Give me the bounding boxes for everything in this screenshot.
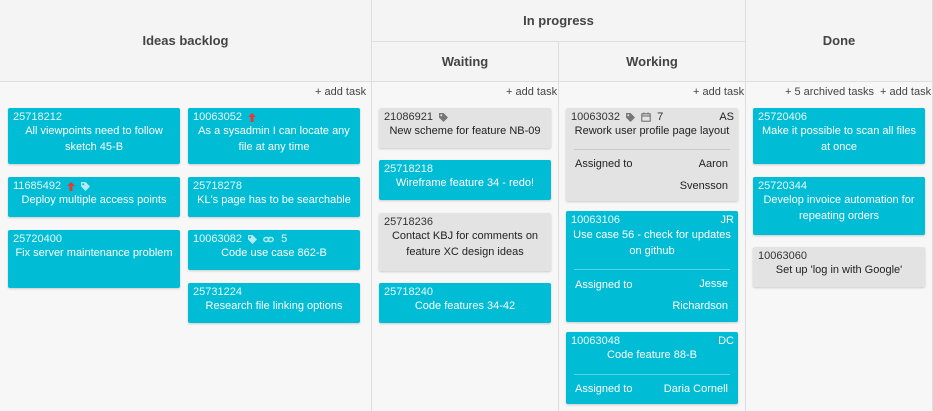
task-card[interactable]: 25731224 Research file linking options — [188, 283, 360, 323]
priority-up-icon — [67, 181, 76, 191]
task-card[interactable]: 10063082 5 Code use case 862-B — [188, 230, 360, 270]
add-task-link-done[interactable]: + add task — [880, 86, 931, 98]
task-card[interactable]: 25718240 Code features 34-42 — [379, 283, 551, 323]
task-title: All viewpoints need to follow sketch 45-… — [25, 125, 163, 153]
task-id: 21086921 — [384, 111, 433, 123]
assigned-to-label: Assigned to — [575, 158, 633, 170]
tag-icon — [626, 112, 636, 122]
task-id: 11685492 — [13, 180, 62, 192]
task-title: Contact KBJ for comments on feature XC d… — [391, 230, 539, 258]
card-divider — [574, 149, 730, 150]
assignee-last-name: Svensson — [679, 180, 728, 192]
assignee-initials: JR — [720, 214, 734, 226]
card-divider — [574, 269, 730, 270]
task-id: 10063082 — [193, 233, 242, 245]
link-count: 5 — [281, 233, 288, 245]
task-card[interactable]: 11685492 Deploy multiple access points — [8, 177, 180, 217]
task-id: 10063052 — [193, 111, 242, 123]
assignee-name: Daria Cornell — [663, 383, 728, 395]
task-title: Use case 56 - check for updates on githu… — [573, 229, 731, 257]
link-icon — [263, 236, 274, 242]
task-card[interactable]: 10063032 7 AS Rework user profile page l… — [566, 108, 738, 201]
task-title: Set up 'log in with Google' — [775, 264, 903, 276]
column-title: Done — [822, 33, 856, 48]
assignee-last-name: Richardson — [672, 300, 728, 312]
task-title: Develop invoice automation for repeating… — [763, 194, 915, 222]
add-task-link-backlog[interactable]: + add task — [315, 86, 366, 98]
task-card[interactable]: 25718218 Wireframe feature 34 - redo! — [379, 160, 551, 200]
task-card[interactable]: 25720406 Make it possible to scan all fi… — [753, 108, 925, 164]
add-task-link-working[interactable]: + add task — [693, 86, 744, 98]
assignee-first-name: Jesse — [699, 278, 728, 290]
task-title: New scheme for feature NB-09 — [389, 125, 541, 137]
column-header-working: Working — [559, 42, 746, 82]
tag-icon — [248, 234, 258, 244]
task-title: As a sysadmin I can locate any file at a… — [198, 125, 350, 153]
task-card[interactable]: 25718278 KL's page has to be searchable — [188, 177, 360, 217]
add-task-link-waiting[interactable]: + add task — [506, 86, 557, 98]
task-card[interactable]: 25720400 Fix server maintenance problem — [8, 230, 180, 288]
task-id: 10063032 — [571, 111, 620, 123]
column-header-in-progress: In progress — [372, 0, 746, 42]
priority-up-icon — [248, 112, 257, 122]
assignee-name: Jesse Richardson — [672, 273, 728, 317]
column-title: In progress — [523, 13, 594, 28]
task-card[interactable]: 25718236 Contact KBJ for comments on fea… — [379, 213, 551, 271]
task-card[interactable]: 10063052 As a sysadmin I can locate any … — [188, 108, 360, 164]
column-title: Ideas backlog — [142, 33, 229, 48]
task-card[interactable]: 25720344 Develop invoice automation for … — [753, 177, 925, 235]
task-title: Code feature 88-B — [607, 349, 697, 361]
task-title: KL's page has to be searchable — [197, 194, 351, 206]
column-header-ideas-backlog: Ideas backlog — [0, 0, 372, 82]
calendar-icon — [641, 112, 651, 122]
assignee-name: Aaron Svensson — [680, 153, 728, 197]
column-header-done: Done — [746, 0, 933, 82]
task-title: Code use case 862-B — [221, 247, 327, 259]
task-title: Fix server maintenance problem — [15, 247, 173, 259]
tag-icon — [439, 112, 449, 122]
assignee-first-name: Aaron — [698, 158, 728, 170]
task-id: 10063106 — [571, 214, 620, 226]
assigned-to-label: Assigned to — [575, 279, 633, 291]
task-title: Make it possible to scan all files at on… — [761, 125, 917, 153]
column-title: Waiting — [441, 54, 489, 69]
task-card[interactable]: 10063106 JR Use case 56 - check for upda… — [566, 211, 738, 322]
task-title: Research file linking options — [205, 300, 343, 312]
task-count: 7 — [657, 111, 664, 123]
task-card[interactable]: 10063060 Set up 'log in with Google' — [753, 247, 925, 287]
task-title: Wireframe feature 34 - redo! — [395, 177, 535, 189]
task-card[interactable]: 25718212 All viewpoints need to follow s… — [8, 108, 180, 164]
column-title: Working — [626, 54, 678, 69]
task-title: Code features 34-42 — [414, 300, 516, 312]
card-divider — [574, 374, 730, 375]
task-card[interactable]: 10063048 DC Code feature 88-B Assigned t… — [566, 332, 738, 404]
archived-tasks-link[interactable]: + 5 archived tasks — [785, 86, 874, 98]
tag-icon — [81, 181, 91, 191]
assigned-to-label: Assigned to — [575, 383, 633, 395]
column-header-waiting: Waiting — [372, 42, 559, 82]
task-title: Deploy multiple access points — [21, 194, 167, 206]
task-title: Rework user profile page layout — [574, 125, 730, 137]
task-card[interactable]: 21086921 New scheme for feature NB-09 — [379, 108, 551, 148]
